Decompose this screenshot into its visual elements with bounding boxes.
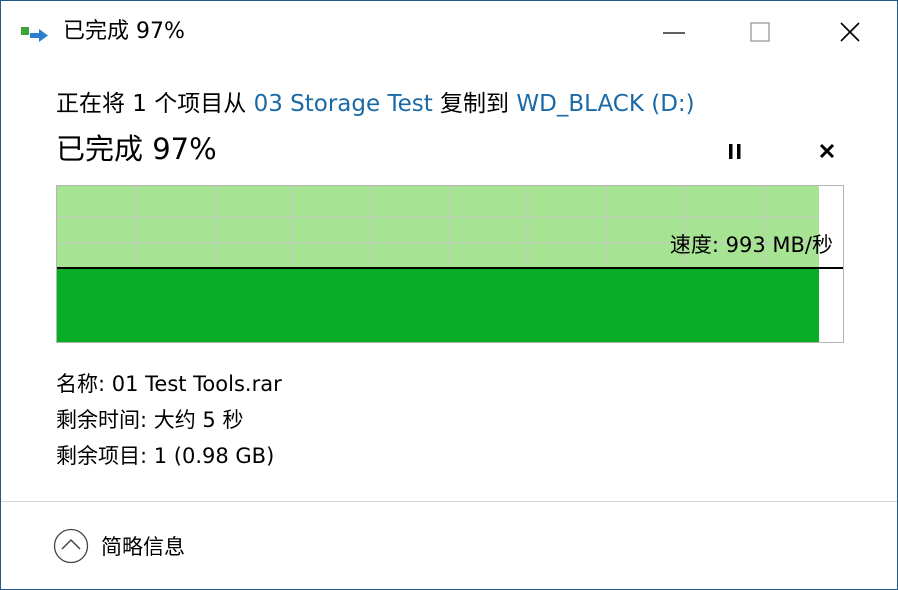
maximize-button[interactable]	[737, 15, 783, 51]
less-details-label[interactable]: 简略信息	[101, 531, 185, 561]
transfer-speed-graph: 速度: 993 MB/秒	[56, 185, 844, 343]
operation-prefix: 正在将 1 个项目从	[56, 91, 254, 117]
chevron-up-icon[interactable]	[53, 528, 89, 564]
window-title: 已完成 97%	[63, 19, 185, 44]
footer-divider	[1, 501, 897, 502]
operation-middle: 复制到	[432, 91, 517, 117]
progress-fill-throughput	[57, 268, 819, 342]
time-remaining-detail: 剩余时间: 大约 5 秒	[56, 408, 244, 432]
minimize-button[interactable]	[651, 15, 697, 51]
file-name-detail: 名称: 01 Test Tools.rar	[56, 372, 282, 396]
destination-drive-link[interactable]: WD_BLACK (D:)	[516, 91, 694, 117]
source-folder-link[interactable]: 03 Storage Test	[254, 91, 433, 117]
less-details-button[interactable]: 简略信息	[53, 528, 185, 564]
copy-arrow-icon	[21, 24, 51, 44]
cancel-copy-button[interactable]	[813, 138, 841, 166]
pause-button[interactable]	[721, 138, 749, 166]
copy-operation-description: 正在将 1 个项目从 03 Storage Test 复制到 WD_BLACK …	[56, 87, 695, 121]
copy-dialog-window: 已完成 97% 正在将 1 个项目从 03 Storage Test 复制到 W…	[0, 0, 898, 590]
progress-status-title: 已完成 97%	[56, 132, 217, 166]
speed-label: 速度: 993 MB/秒	[669, 233, 833, 257]
items-remaining-detail: 剩余项目: 1 (0.98 GB)	[56, 444, 275, 468]
close-window-button[interactable]	[827, 15, 873, 51]
transfer-details: 名称: 01 Test Tools.rar 剩余时间: 大约 5 秒 剩余项目:…	[56, 366, 282, 474]
title-bar[interactable]: 已完成 97%	[1, 1, 897, 65]
